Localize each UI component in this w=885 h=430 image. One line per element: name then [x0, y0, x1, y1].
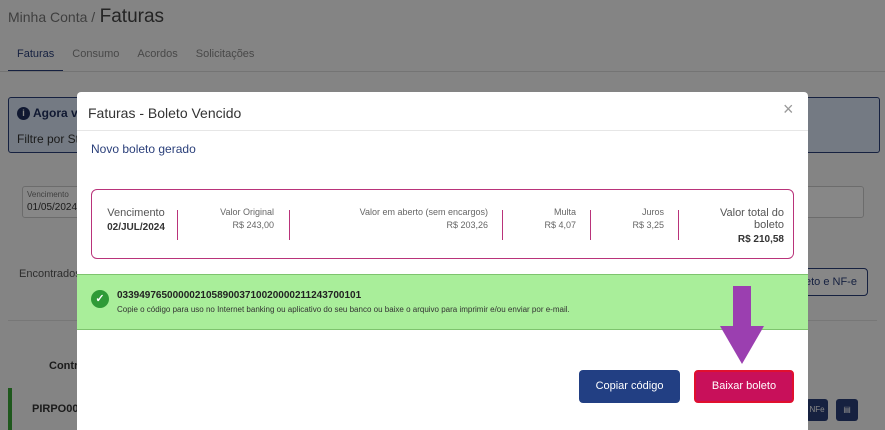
boleto-summary-box: Vencimento 02/JUL/2024 Valor Original R$…: [91, 189, 794, 259]
barcode-hint: Copie o código para uso no Internet bank…: [117, 305, 570, 314]
modal-header-divider: [77, 130, 808, 131]
barcode-number[interactable]: 0339497650000021058900371002000021124370…: [117, 290, 361, 301]
multa-label: Multa: [553, 207, 576, 217]
summary-separator: [289, 210, 290, 240]
valor-original-value: R$ 243,00: [232, 220, 274, 230]
download-boleto-button[interactable]: Baixar boleto: [694, 370, 794, 403]
vencimento-cell: Vencimento 02/JUL/2024: [98, 207, 174, 237]
valor-total-label: Valor total do boleto: [719, 207, 784, 231]
boleto-modal: Faturas - Boleto Vencido × Novo boleto g…: [77, 92, 808, 430]
valor-aberto-value: R$ 203,26: [446, 220, 488, 230]
valor-original-cell: Valor Original R$ 243,00: [182, 207, 274, 237]
summary-separator: [590, 210, 591, 240]
valor-aberto-label: Valor em aberto (sem encargos): [359, 207, 488, 217]
summary-separator: [177, 210, 178, 240]
valor-original-label: Valor Original: [220, 207, 274, 217]
juros-label: Juros: [641, 207, 664, 217]
juros-cell: Juros R$ 3,25: [602, 207, 664, 237]
modal-subtitle: Novo boleto gerado: [91, 142, 196, 156]
check-circle-icon: ✓: [91, 290, 109, 308]
summary-separator: [502, 210, 503, 240]
copy-code-button[interactable]: Copiar código: [579, 370, 680, 403]
close-icon[interactable]: ×: [783, 99, 794, 120]
annotation-arrow-icon: [720, 286, 764, 364]
valor-total-cell: Valor total do boleto R$ 210,58: [688, 207, 784, 245]
valor-aberto-cell: Valor em aberto (sem encargos) R$ 203,26: [322, 207, 488, 237]
multa-cell: Multa R$ 4,07: [512, 207, 576, 237]
multa-value: R$ 4,07: [544, 220, 576, 230]
juros-value: R$ 3,25: [632, 220, 664, 230]
valor-total-value: R$ 210,58: [737, 234, 784, 245]
summary-separator: [678, 210, 679, 240]
vencimento-label: Vencimento: [107, 207, 165, 219]
modal-title: Faturas - Boleto Vencido: [88, 105, 242, 121]
barcode-band: ✓ 03394976500000210589003710020000211243…: [77, 274, 808, 330]
vencimento-value: 02/JUL/2024: [107, 222, 165, 233]
